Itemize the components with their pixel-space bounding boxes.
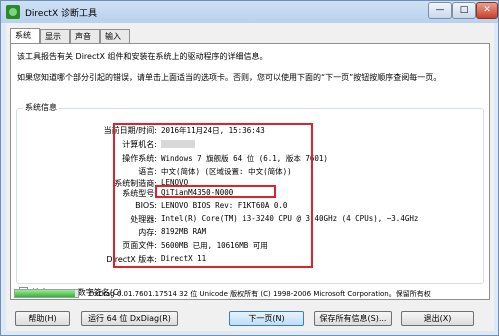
help-button[interactable]: 帮助(H) xyxy=(15,311,70,326)
maximize-button[interactable]: □ xyxy=(452,2,476,19)
run-64bit-dxdiag-button[interactable]: 运行 64 位 DxDiag(R) xyxy=(81,311,178,326)
system-tab-panel: 该工具报告有关 DirectX 组件和安装在系统上的驱动程序的详细信息。 如果您… xyxy=(10,43,490,300)
tab-sound[interactable]: 声音 xyxy=(70,29,100,43)
progress-bar xyxy=(14,289,79,298)
title-bar[interactable]: DirectX 诊断工具 — □ ✕ xyxy=(1,1,498,23)
tab-display[interactable]: 显示 xyxy=(40,29,70,43)
version-copyright: DxDiag 6.01.7601.17514 32 位 Unicode 版权所有… xyxy=(89,290,431,298)
progress-fill xyxy=(15,290,75,297)
directx-window: DirectX 诊断工具 — □ ✕ 系统 显示 声音 输入 该工具报告有关 D… xyxy=(0,0,499,336)
model-highlight-outline xyxy=(155,185,276,198)
minimize-button[interactable]: — xyxy=(428,2,452,19)
tab-system[interactable]: 系统 xyxy=(10,28,40,43)
dialog-client: 系统 显示 声音 输入 该工具报告有关 DirectX 组件和安装在系统上的驱动… xyxy=(6,23,494,331)
close-button[interactable]: ✕ xyxy=(476,2,498,19)
window-title: DirectX 诊断工具 xyxy=(25,9,97,19)
system-info-title: 系统信息 xyxy=(23,102,59,113)
save-all-info-button[interactable]: 保存所有信息(S)... xyxy=(314,311,392,326)
directx-app-icon xyxy=(6,5,20,19)
intro-text-2: 如果您知道哪个部分引起的错误，请单击上面适当的选项卡。否则，您可以使用下面的“下… xyxy=(17,73,442,82)
intro-text-1: 该工具报告有关 DirectX 组件和安装在系统上的驱动程序的详细信息。 xyxy=(17,52,268,61)
exit-button[interactable]: 退出(X) xyxy=(401,311,474,326)
next-page-button[interactable]: 下一页(N) xyxy=(229,311,304,326)
tab-input[interactable]: 输入 xyxy=(100,29,130,43)
